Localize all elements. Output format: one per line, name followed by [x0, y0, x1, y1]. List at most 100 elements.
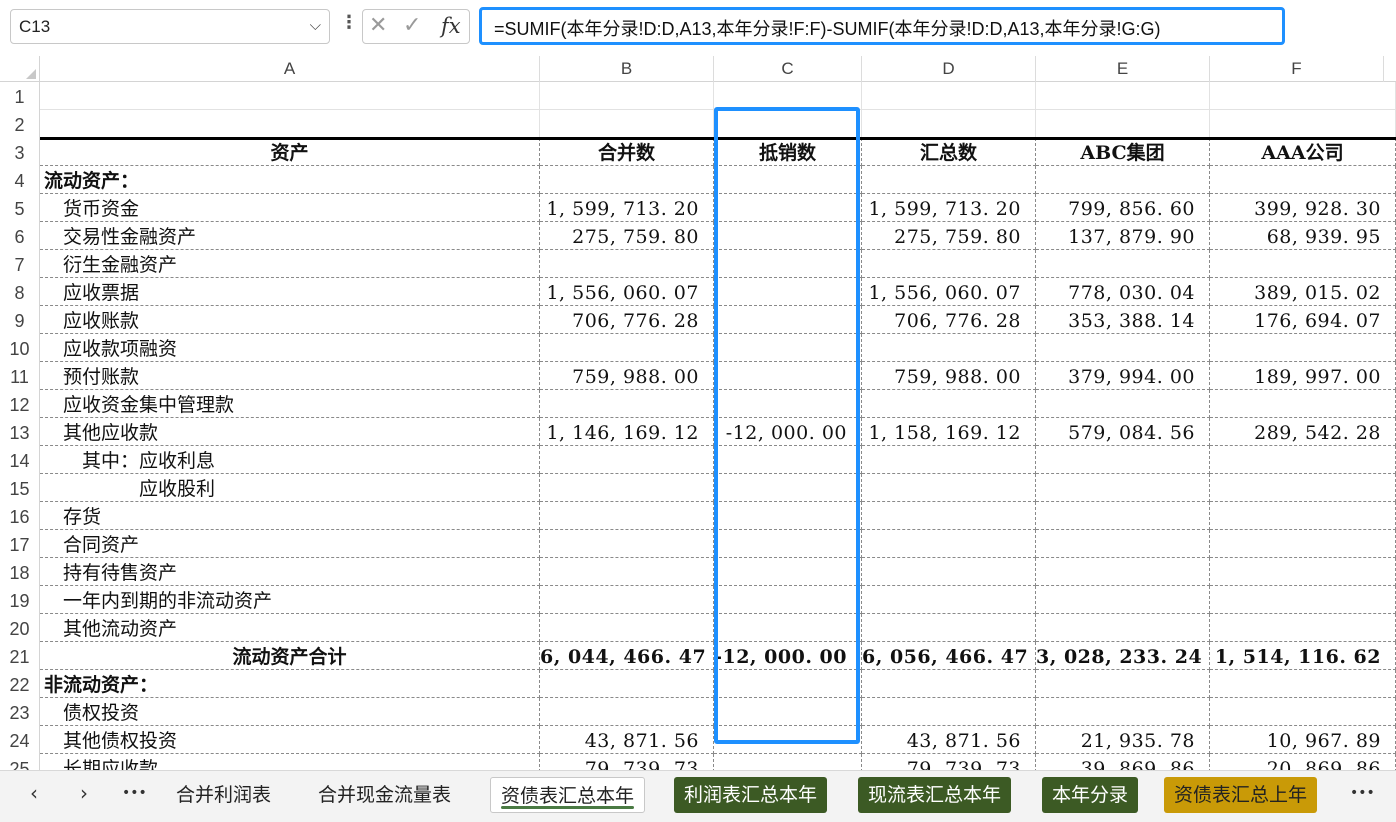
cell-f4[interactable]	[1210, 166, 1396, 194]
cell-f1[interactable]	[1210, 82, 1396, 110]
cell-e7[interactable]	[1036, 250, 1210, 278]
cell-d4[interactable]	[862, 166, 1036, 194]
cell-b19[interactable]	[540, 586, 714, 614]
cell-a22[interactable]: 非流动资产：	[40, 670, 540, 698]
cell-b8[interactable]: 1, 556, 060. 07	[540, 278, 714, 306]
cell-c1[interactable]	[714, 82, 862, 110]
cell-e2[interactable]	[1036, 110, 1210, 138]
cell-d14[interactable]	[862, 446, 1036, 474]
cell-c24[interactable]	[714, 726, 862, 754]
cell-e5[interactable]: 799, 856. 60	[1036, 194, 1210, 222]
cell-b11[interactable]: 759, 988. 00	[540, 362, 714, 390]
cancel-icon[interactable]: ✕	[369, 13, 387, 38]
cell-a16[interactable]: 存货	[40, 502, 540, 530]
cell-c17[interactable]	[714, 530, 862, 558]
cell-e24[interactable]: 21, 935. 78	[1036, 726, 1210, 754]
row-header[interactable]: 20	[0, 614, 40, 642]
chevron-left-icon[interactable]: ‹	[30, 781, 38, 805]
cell-c4[interactable]	[714, 166, 862, 194]
row-header[interactable]: 19	[0, 586, 40, 614]
chevron-down-icon[interactable]: ⌵	[310, 16, 321, 34]
cell-d7[interactable]	[862, 250, 1036, 278]
tab-合并利润表[interactable]: 合并利润表	[166, 777, 281, 813]
cell-c10[interactable]	[714, 334, 862, 362]
cell-e1[interactable]	[1036, 82, 1210, 110]
cell-b25[interactable]: 79, 739. 73	[540, 754, 714, 770]
cell-d23[interactable]	[862, 698, 1036, 726]
cell-c15[interactable]	[714, 474, 862, 502]
cell-b9[interactable]: 706, 776. 28	[540, 306, 714, 334]
cell-e9[interactable]: 353, 388. 14	[1036, 306, 1210, 334]
cell-d17[interactable]	[862, 530, 1036, 558]
cell-d8[interactable]: 1, 556, 060. 07	[862, 278, 1036, 306]
cell-c7[interactable]	[714, 250, 862, 278]
cell-c5[interactable]	[714, 194, 862, 222]
cell-a2[interactable]	[40, 110, 540, 138]
cell-f7[interactable]	[1210, 250, 1396, 278]
row-header[interactable]: 9	[0, 306, 40, 334]
row-header[interactable]: 24	[0, 726, 40, 754]
cell-a3[interactable]: 资产	[40, 138, 540, 166]
cell-b18[interactable]	[540, 558, 714, 586]
column-header-b[interactable]: B	[540, 56, 714, 82]
cell-a25[interactable]: 长期应收款	[40, 754, 540, 770]
cell-b7[interactable]	[540, 250, 714, 278]
cell-a20[interactable]: 其他流动资产	[40, 614, 540, 642]
cell-d12[interactable]	[862, 390, 1036, 418]
cell-f21[interactable]: 1, 514, 116. 62	[1210, 642, 1396, 670]
cell-b1[interactable]	[540, 82, 714, 110]
cell-e10[interactable]	[1036, 334, 1210, 362]
cell-c23[interactable]	[714, 698, 862, 726]
cell-f6[interactable]: 68, 939. 95	[1210, 222, 1396, 250]
cell-e3[interactable]: ABC集团	[1036, 138, 1210, 166]
cell-a8[interactable]: 应收票据	[40, 278, 540, 306]
cell-a7[interactable]: 衍生金融资产	[40, 250, 540, 278]
cell-c18[interactable]	[714, 558, 862, 586]
cell-e19[interactable]	[1036, 586, 1210, 614]
cell-c22[interactable]	[714, 670, 862, 698]
row-header[interactable]: 18	[0, 558, 40, 586]
cell-a17[interactable]: 合同资产	[40, 530, 540, 558]
cell-c12[interactable]	[714, 390, 862, 418]
cell-e25[interactable]: 39, 869. 86	[1036, 754, 1210, 770]
cell-e13[interactable]: 579, 084. 56	[1036, 418, 1210, 446]
cell-b3[interactable]: 合并数	[540, 138, 714, 166]
cell-b15[interactable]	[540, 474, 714, 502]
cell-d16[interactable]	[862, 502, 1036, 530]
row-header[interactable]: 1	[0, 82, 40, 110]
cell-c21[interactable]: -12, 000. 00	[714, 642, 862, 670]
row-header[interactable]: 8	[0, 278, 40, 306]
cell-d6[interactable]: 275, 759. 80	[862, 222, 1036, 250]
cell-d24[interactable]: 43, 871. 56	[862, 726, 1036, 754]
cell-b4[interactable]	[540, 166, 714, 194]
more-vertical-icon[interactable]: ⋮	[340, 12, 358, 33]
cell-d2[interactable]	[862, 110, 1036, 138]
row-header[interactable]: 25	[0, 754, 40, 770]
row-header[interactable]: 17	[0, 530, 40, 558]
cell-e20[interactable]	[1036, 614, 1210, 642]
tab-本年分录[interactable]: 本年分录	[1042, 777, 1139, 813]
cell-c25[interactable]	[714, 754, 862, 770]
cell-e11[interactable]: 379, 994. 00	[1036, 362, 1210, 390]
cell-a11[interactable]: 预付账款	[40, 362, 540, 390]
cell-b13[interactable]: 1, 146, 169. 12	[540, 418, 714, 446]
cell-f3[interactable]: AAA公司	[1210, 138, 1396, 166]
cell-f24[interactable]: 10, 967. 89	[1210, 726, 1396, 754]
cell-f25[interactable]: 20, 869. 86	[1210, 754, 1396, 770]
cell-b10[interactable]	[540, 334, 714, 362]
cell-c14[interactable]	[714, 446, 862, 474]
cell-f14[interactable]	[1210, 446, 1396, 474]
cell-f2[interactable]	[1210, 110, 1396, 138]
more-tabs-icon[interactable]: •••	[1350, 785, 1375, 801]
row-header[interactable]: 2	[0, 110, 40, 138]
cell-b20[interactable]	[540, 614, 714, 642]
cell-c16[interactable]	[714, 502, 862, 530]
cell-f19[interactable]	[1210, 586, 1396, 614]
cell-d15[interactable]	[862, 474, 1036, 502]
cell-f10[interactable]	[1210, 334, 1396, 362]
tab-现流表汇总本年[interactable]: 现流表汇总本年	[858, 777, 1012, 813]
cell-b5[interactable]: 1, 599, 713. 20	[540, 194, 714, 222]
row-header[interactable]: 10	[0, 334, 40, 362]
cell-e15[interactable]	[1036, 474, 1210, 502]
cell-f20[interactable]	[1210, 614, 1396, 642]
